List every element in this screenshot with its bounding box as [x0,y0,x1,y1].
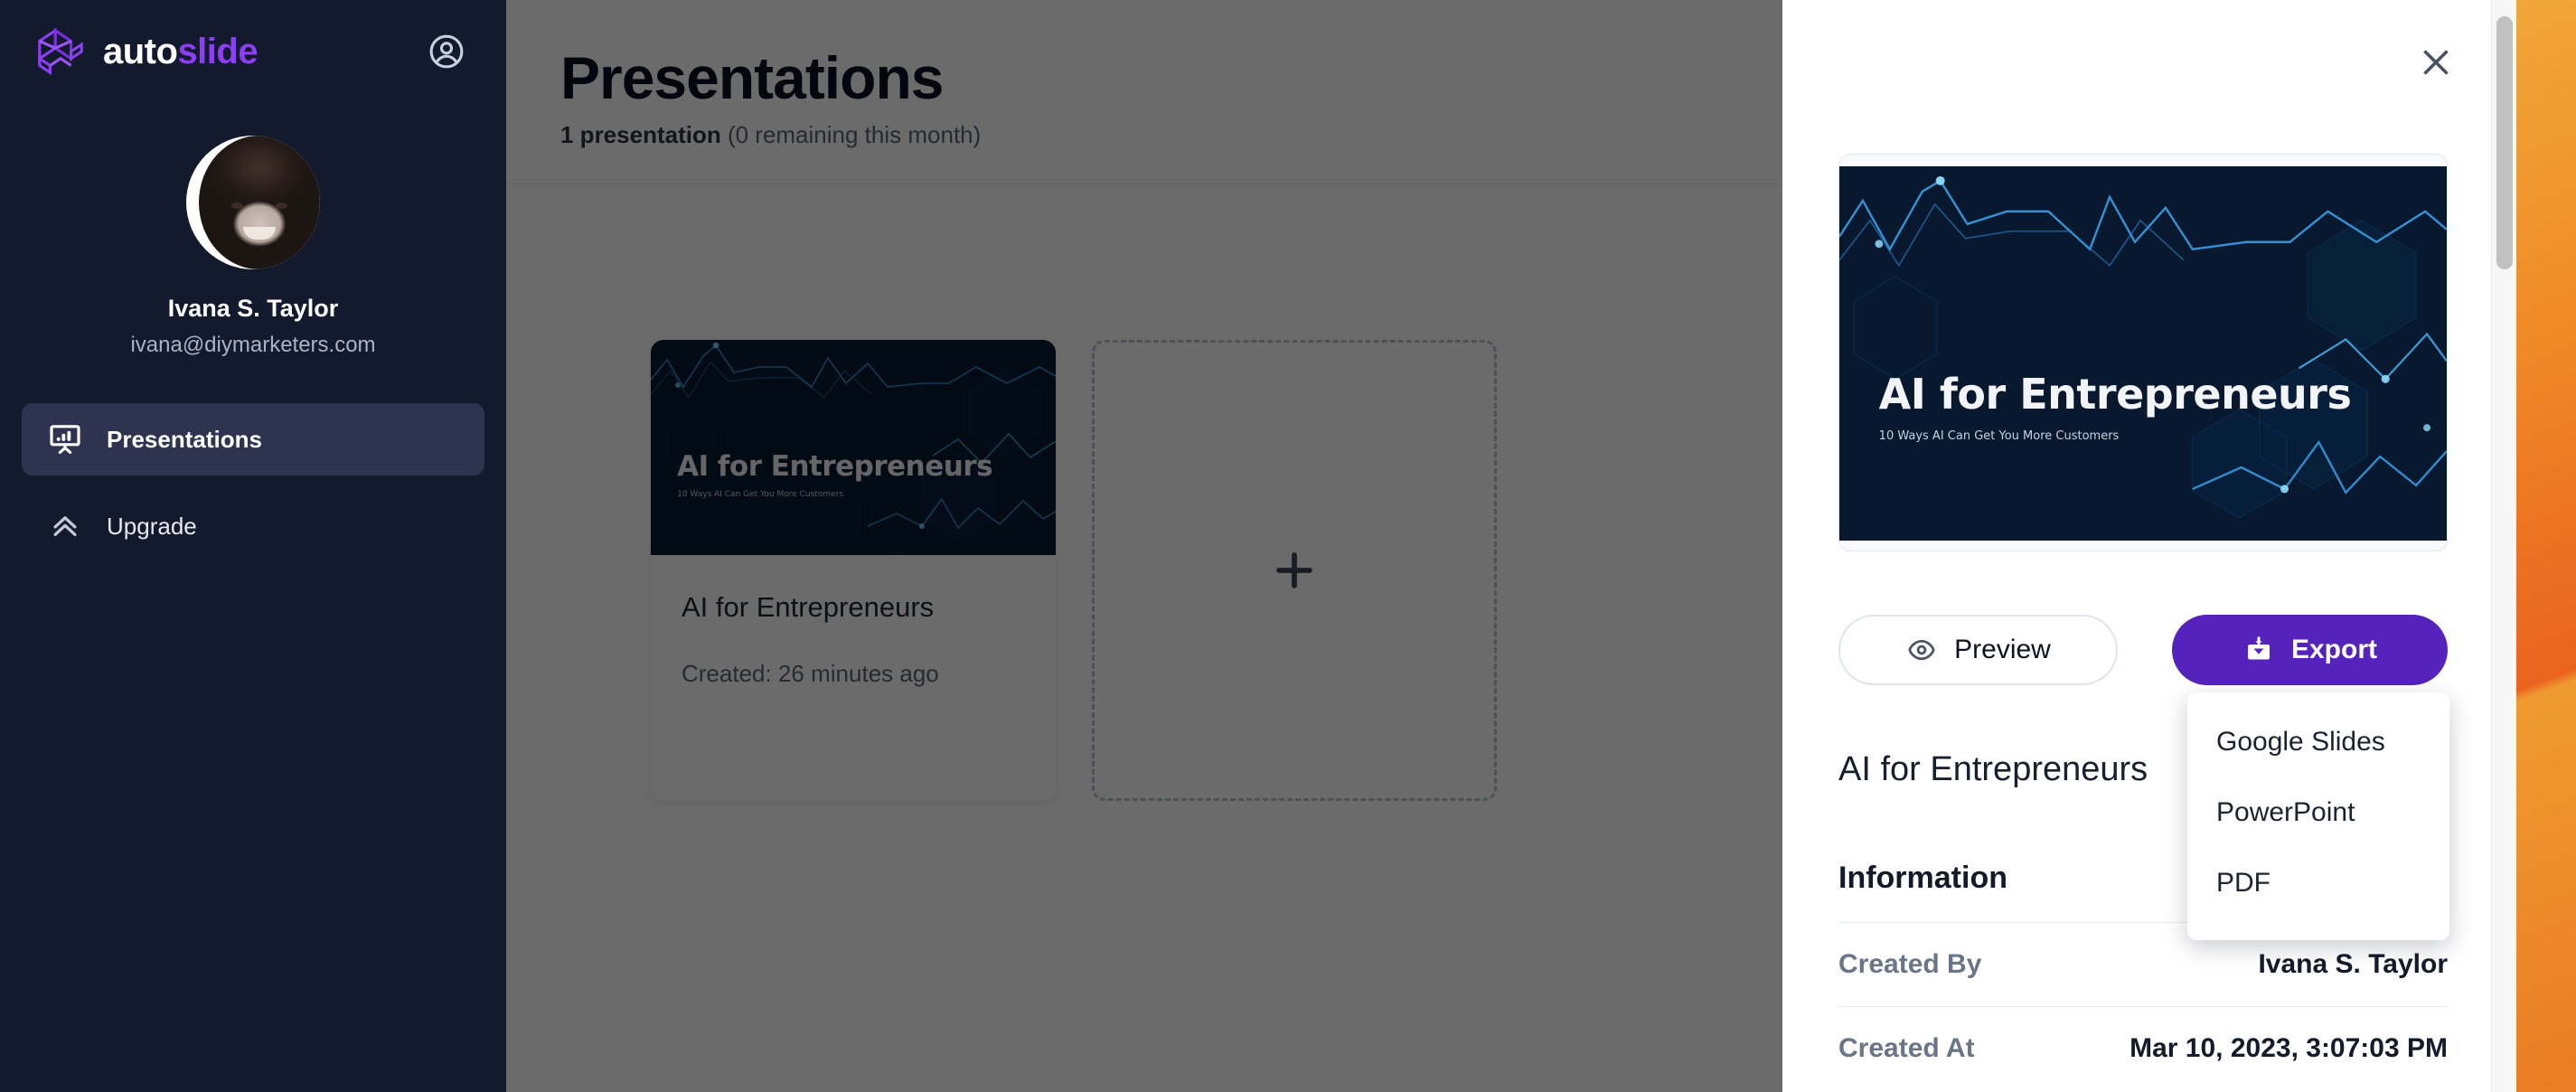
profile-email: ivana@diymarketers.com [130,333,376,357]
sidebar-item-label: Presentations [107,425,262,453]
sidebar-header: autoslide [0,0,506,78]
info-label: Created At [1838,1033,1975,1063]
browser-viewport: autoslide Ivana S. Taylor ivana@diymarke… [0,0,2516,1092]
avatar-eye-left [231,202,243,209]
sidebar: autoslide Ivana S. Taylor ivana@diymarke… [0,0,506,1092]
double-chevron-up-icon [53,516,77,536]
sidebar-nav: Presentations Upgrade [0,403,506,562]
account-circle-icon[interactable] [427,32,466,71]
sidebar-item-label: Upgrade [107,512,197,540]
close-x-icon[interactable] [2417,43,2455,81]
slide-preview-frame[interactable]: AI for Entrepreneurs 10 Ways AI Can Get … [1838,154,2448,551]
vertical-scrollbar-thumb[interactable] [2496,16,2513,269]
avatar-smile [243,226,276,240]
slide-artwork: AI for Entrepreneurs 10 Ways AI Can Get … [1839,166,2447,541]
autoslide-cube-logo-icon [38,27,83,76]
menu-item-pdf[interactable]: PDF [2187,848,2449,918]
brand-name-slide: slide [177,32,259,71]
information-table: Created By Ivana S. Taylor Created At Ma… [1838,922,2448,1090]
vertical-scrollbar-track[interactable] [2491,0,2516,1092]
modal-backdrop[interactable] [506,0,1782,1092]
avatar-eye-right [276,202,287,209]
slide-preview-heading: AI for Entrepreneurs [1878,370,2352,419]
profile-name: Ivana S. Taylor [167,295,339,322]
sidebar-item-upgrade[interactable]: Upgrade [22,490,484,562]
information-heading: Information [1838,861,2007,895]
brand-name-auto: auto [103,32,178,71]
menu-item-powerpoint[interactable]: PowerPoint [2187,777,2449,848]
waveform-lines [1839,175,2447,494]
export-button[interactable]: Export [2172,615,2448,685]
info-label: Created By [1838,949,1982,979]
slide-text-block: AI for Entrepreneurs 10 Ways AI Can Get … [1879,370,2352,443]
drawer-presentation-title: AI for Entrepreneurs [1838,750,2148,788]
avatar-photo [199,136,320,269]
avatar [186,136,320,269]
drawer-action-buttons: Preview Export [1838,615,2448,685]
preview-button[interactable]: Preview [1838,615,2118,685]
eye-icon [1908,639,1935,661]
presentation-board-icon [50,425,80,455]
menu-item-google-slides[interactable]: Google Slides [2187,707,2449,777]
slide-preview-subheading: 10 Ways AI Can Get You More Customers [1878,429,2120,444]
brand-wordmark: autoslide [103,32,259,71]
info-value: Ivana S. Taylor [2258,949,2448,979]
info-value: Mar 10, 2023, 3:07:03 PM [2129,1033,2448,1063]
table-row: Created At Mar 10, 2023, 3:07:03 PM [1838,1006,2448,1090]
desktop-wallpaper [2516,0,2576,1092]
brand-logo-group[interactable]: autoslide [33,25,259,78]
export-button-label: Export [2290,635,2377,664]
preview-button-label: Preview [1954,635,2051,664]
slide-preview: AI for Entrepreneurs 10 Ways AI Can Get … [1839,166,2447,541]
export-dropdown-menu: Google Slides PowerPoint PDF [2187,692,2449,940]
user-profile: Ivana S. Taylor ivana@diymarketers.com [0,136,506,358]
download-box-icon [2247,636,2270,660]
sidebar-item-presentations[interactable]: Presentations [22,403,484,475]
